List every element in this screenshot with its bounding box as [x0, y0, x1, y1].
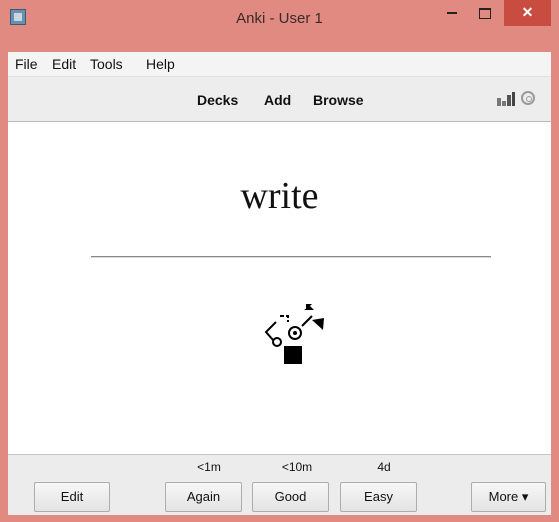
close-button[interactable]: ✕ — [504, 0, 551, 26]
sync-icon[interactable] — [521, 91, 535, 105]
title-bar[interactable]: Anki - User 1 ✕ — [0, 0, 559, 52]
card-view: write — [8, 122, 551, 454]
anki-window: Anki - User 1 ✕ File Edit Tools Help Dec… — [0, 0, 559, 522]
more-button[interactable]: More ▾ — [471, 482, 546, 512]
card-front-text: write — [240, 175, 319, 217]
decks-link[interactable]: Decks — [197, 92, 238, 108]
good-interval: <10m — [281, 460, 313, 474]
minimize-icon — [447, 12, 457, 15]
browse-link[interactable]: Browse — [313, 92, 364, 108]
maximize-button[interactable] — [470, 0, 500, 26]
minimize-button[interactable] — [437, 0, 467, 26]
edit-button[interactable]: Edit — [34, 482, 110, 512]
easy-interval: 4d — [377, 460, 391, 474]
add-link[interactable]: Add — [264, 92, 291, 108]
abstract-symbols-image — [264, 304, 324, 364]
again-button[interactable]: Again — [165, 482, 242, 512]
good-button[interactable]: Good — [252, 482, 329, 512]
main-area: File Edit Tools Help Decks Add Browse wr… — [8, 52, 551, 515]
menu-help[interactable]: Help — [146, 56, 175, 72]
card-divider — [91, 256, 491, 258]
menu-edit[interactable]: Edit — [52, 56, 76, 72]
stats-icon[interactable] — [497, 92, 515, 106]
again-interval: <1m — [197, 460, 221, 474]
main-toolbar: Decks Add Browse — [8, 77, 551, 122]
maximize-icon — [479, 7, 491, 19]
close-icon: ✕ — [521, 4, 534, 20]
menu-bar: File Edit Tools Help — [8, 52, 551, 77]
menu-file[interactable]: File — [15, 56, 38, 72]
menu-tools[interactable]: Tools — [90, 56, 123, 72]
answer-bar: <1m <10m 4d Edit Again Good Easy More ▾ — [8, 454, 551, 515]
easy-button[interactable]: Easy — [340, 482, 417, 512]
